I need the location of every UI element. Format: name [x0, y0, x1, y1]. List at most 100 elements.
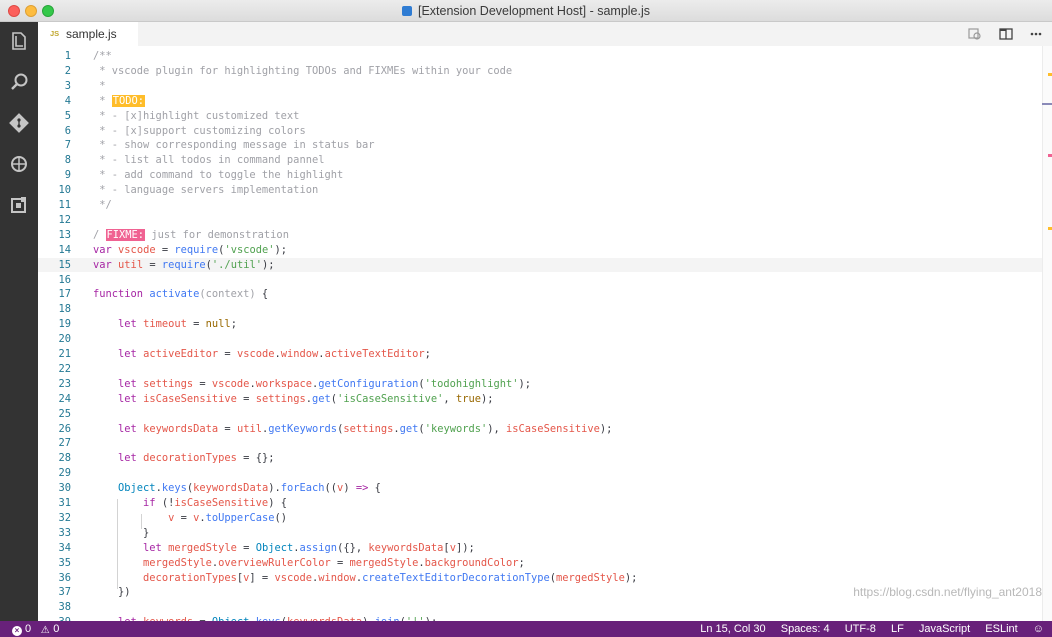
code-editor[interactable]: 39 let keywords = Object.keys(keywordsDa… [38, 46, 1052, 621]
source-control-icon[interactable] [5, 109, 33, 137]
line-number: 25 [58, 407, 71, 420]
line-number: 23 [58, 377, 71, 390]
line-number: 36 [58, 571, 71, 584]
line-code: let isCaseSensitive = settings.get('isCa… [93, 392, 493, 407]
code-token: keys [161, 482, 187, 495]
code-token: isCaseSensitive [506, 422, 600, 435]
code-line[interactable]: 15 var util = require('./util'); [38, 257, 1042, 273]
line-number: 35 [58, 556, 71, 569]
code-token: = [218, 422, 237, 435]
line-code: if (!isCaseSensitive) { [93, 496, 287, 511]
status-bar-right: Ln 15, Col 30 Spaces: 4 UTF-8 LF JavaScr… [688, 621, 1044, 637]
code-token: activeTextEditor [324, 348, 425, 360]
code-token: / [93, 228, 106, 241]
code-line[interactable]: 13 / FIXME: just for demonstration [38, 228, 1042, 243]
line-code: * - add command to toggle the highlight [93, 168, 343, 183]
line-code: /** [93, 49, 112, 64]
split-editor-icon[interactable] [998, 26, 1014, 42]
problems-indicator[interactable]: × 0 ⚠ 0 [12, 621, 59, 637]
code-line[interactable]: 9 * - add command to toggle the highligh… [38, 168, 1042, 183]
code-line[interactable]: 27 [38, 436, 1042, 451]
line-code: let settings = vscode.workspace.getConfi… [93, 377, 531, 392]
code-line[interactable]: 35 mergedStyle.overviewRulerColor = merg… [38, 556, 1042, 571]
code-line[interactable]: 21 let activeEditor = vscode.window.acti… [38, 347, 1042, 362]
line-number: 32 [58, 511, 71, 524]
code-line[interactable]: 25 [38, 407, 1042, 422]
code-line[interactable]: 8 * - list all todos in command pannel [38, 153, 1042, 168]
code-line[interactable]: 2 * vscode plugin for highlighting TODOs… [38, 64, 1042, 79]
line-number: 14 [58, 243, 71, 256]
code-line[interactable]: 16 [38, 273, 1042, 288]
code-line[interactable]: 5 * - [x]highlight customized text [38, 109, 1042, 124]
tab-sample-js[interactable]: JS sample.js [38, 22, 138, 46]
code-line[interactable]: 20 [38, 332, 1042, 347]
code-token: var [93, 243, 112, 256]
code-line[interactable]: 31 if (!isCaseSensitive) { [38, 496, 1042, 511]
line-number: 30 [58, 482, 71, 495]
code-token: get [399, 422, 419, 435]
code-line[interactable]: 14 var vscode = require('vscode'); [38, 243, 1042, 258]
code-token: './util' [211, 258, 262, 271]
code-line[interactable]: 19 let timeout = null; [38, 317, 1042, 332]
code-token: = [193, 377, 212, 390]
cursor-position[interactable]: Ln 15, Col 30 [700, 621, 765, 637]
line-code: mergedStyle.overviewRulerColor = mergedS… [93, 556, 525, 571]
code-line[interactable]: 1 /** [38, 49, 1042, 64]
code-line[interactable]: 36 decorationTypes[v] = vscode.window.cr… [38, 571, 1042, 586]
code-line[interactable]: 34 let mergedStyle = Object.assign({}, k… [38, 541, 1042, 556]
code-token: getConfiguration [318, 377, 419, 390]
code-token: settings [255, 392, 306, 405]
window-title-text: [Extension Development Host] - sample.js [417, 4, 651, 18]
line-number: 9 [64, 169, 71, 182]
code-line[interactable]: 3 * [38, 79, 1042, 94]
code-line[interactable]: 38 [38, 600, 1042, 615]
indentation[interactable]: Spaces: 4 [781, 621, 830, 637]
code-line[interactable]: 7 * - show corresponding message in stat… [38, 138, 1042, 153]
code-token: require [174, 243, 219, 256]
code-token: vscode [211, 377, 250, 390]
code-line[interactable]: 28 let decorationTypes = {}; [38, 451, 1042, 466]
watermark: https://blog.csdn.net/flying_ant2018 [853, 585, 1042, 599]
code-line[interactable]: 6 * - [x]support customizing colors [38, 124, 1042, 139]
overview-ruler-mark [1048, 154, 1052, 157]
code-line[interactable]: 10 * - language servers implementation [38, 183, 1042, 198]
line-code: * TODO: [93, 94, 146, 109]
code-line[interactable]: 29 [38, 466, 1042, 481]
vscode-icon [401, 6, 412, 16]
search-icon[interactable] [5, 68, 33, 96]
line-code: decorationTypes[v] = vscode.window.creat… [93, 571, 637, 586]
explorer-icon[interactable] [5, 27, 33, 55]
more-icon[interactable] [1028, 26, 1044, 42]
code-line[interactable]: 4 * TODO: [38, 94, 1042, 109]
code-line[interactable]: 32 v = v.toUpperCase() [38, 511, 1042, 526]
code-token: = [236, 392, 256, 405]
code-token: ]); [455, 541, 475, 554]
smiley-icon[interactable]: ☺ [1033, 621, 1044, 637]
overview-ruler[interactable] [1042, 46, 1052, 621]
code-line[interactable]: 26 let keywordsData = util.getKeywords(s… [38, 422, 1042, 437]
code-line[interactable]: 23 let settings = vscode.workspace.getCo… [38, 377, 1042, 392]
code-line[interactable]: 24 let isCaseSensitive = settings.get('i… [38, 392, 1042, 407]
code-line[interactable]: 30 Object.keys(keywordsData).forEach((v)… [38, 481, 1042, 496]
extensions-icon[interactable] [5, 191, 33, 219]
line-number: 20 [58, 333, 71, 346]
code-line[interactable]: 17 function activate(context) { [38, 287, 1042, 302]
eslint-status[interactable]: ESLint [985, 621, 1017, 637]
code-token: }) [93, 586, 131, 599]
debug-icon[interactable] [5, 150, 33, 178]
code-token: ); [274, 243, 287, 256]
code-line[interactable]: 12 [38, 213, 1042, 228]
end-of-line[interactable]: LF [891, 621, 904, 637]
code-line[interactable]: 22 [38, 362, 1042, 377]
language-mode[interactable]: JavaScript [919, 621, 970, 637]
open-changes-icon[interactable] [967, 26, 983, 42]
code-token: isCaseSensitive [143, 392, 237, 405]
code-token: mergedStyle [349, 556, 419, 569]
code-line[interactable]: 11 */ [38, 198, 1042, 213]
encoding[interactable]: UTF-8 [845, 621, 876, 637]
code-line[interactable]: 18 [38, 302, 1042, 317]
tab-label: sample.js [66, 27, 117, 41]
code-line[interactable]: 33 } [38, 526, 1042, 541]
